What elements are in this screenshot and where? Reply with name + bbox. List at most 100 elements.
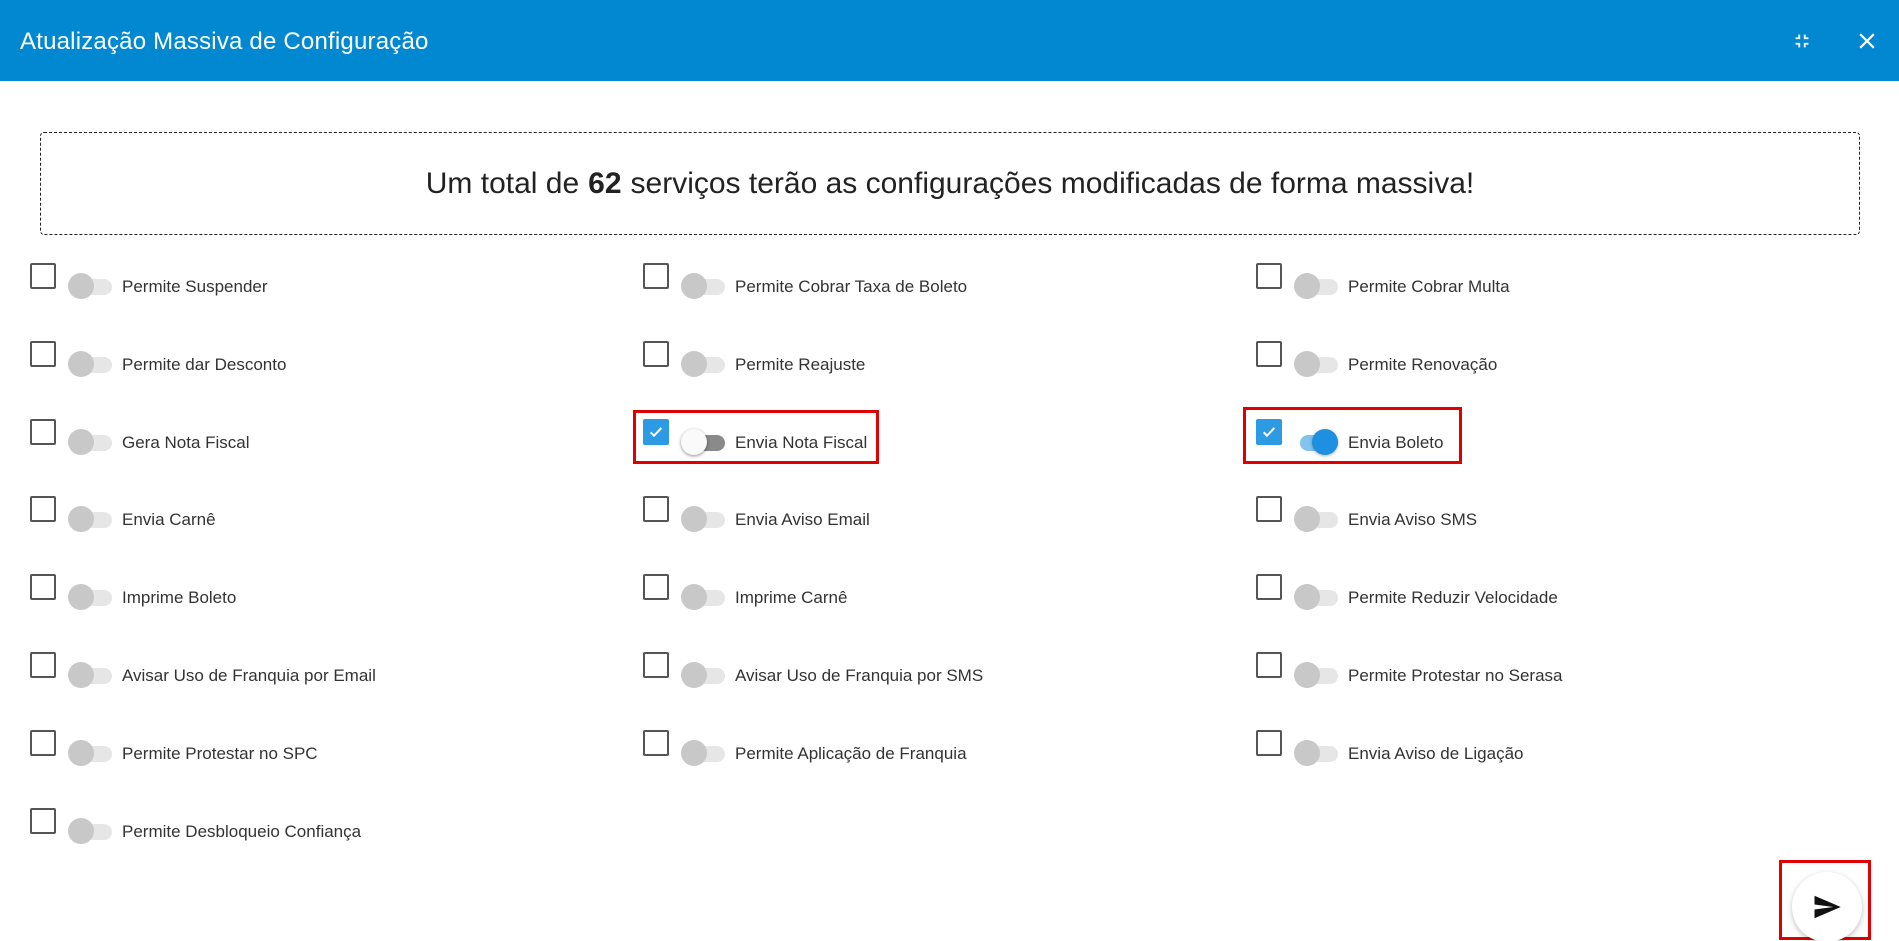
toggle-permite-cobrar-multa[interactable]: [1294, 273, 1338, 299]
checkbox-gera-nota-fiscal[interactable]: [30, 419, 56, 445]
toggle-imprime-carne[interactable]: [681, 584, 725, 610]
option-permite-desbloqueio-confianca: Permite Desbloqueio Confiança: [30, 808, 630, 848]
option-permite-suspender: Permite Suspender: [30, 263, 630, 303]
checkbox-permite-cobrar-multa[interactable]: [1256, 263, 1282, 289]
toggle-permite-aplicacao-de-franquia[interactable]: [681, 740, 725, 766]
toggle-thumb: [1294, 273, 1320, 299]
toggle-thumb: [681, 351, 707, 377]
toggle-thumb: [681, 429, 707, 455]
option-permite-protestar-no-spc: Permite Protestar no SPC: [30, 730, 630, 770]
toggle-envia-aviso-email[interactable]: [681, 506, 725, 532]
toggle-thumb: [68, 351, 94, 377]
toggle-permite-cobrar-taxa-de-boleto[interactable]: [681, 273, 725, 299]
toggle-permite-reajuste[interactable]: [681, 351, 725, 377]
option-envia-aviso-email: Envia Aviso Email: [643, 496, 1243, 536]
toggle-thumb: [1294, 351, 1320, 377]
toggle-thumb: [1294, 662, 1320, 688]
option-permite-cobrar-multa: Permite Cobrar Multa: [1256, 263, 1856, 303]
checkbox-permite-reajuste[interactable]: [643, 341, 669, 367]
option-label: Envia Aviso Email: [735, 510, 870, 529]
option-gera-nota-fiscal: Gera Nota Fiscal: [30, 419, 630, 459]
info-message: Um total de 62 serviços terão as configu…: [40, 132, 1860, 235]
checkbox-permite-suspender[interactable]: [30, 263, 56, 289]
toggle-permite-protestar-no-serasa[interactable]: [1294, 662, 1338, 688]
checkbox-envia-boleto[interactable]: [1256, 419, 1282, 445]
checkbox-envia-aviso-email[interactable]: [643, 496, 669, 522]
toggle-permite-renovacao[interactable]: [1294, 351, 1338, 377]
toggle-thumb: [1294, 584, 1320, 610]
toggle-thumb: [681, 506, 707, 532]
info-prefix: Um total de: [425, 166, 580, 200]
service-count: 62: [588, 166, 622, 200]
fullscreen-exit-button[interactable]: [1787, 26, 1817, 56]
toggle-permite-reduzir-velocidade[interactable]: [1294, 584, 1338, 610]
option-label: Imprime Boleto: [122, 588, 237, 607]
option-label: Permite Suspender: [122, 277, 268, 296]
option-permite-renovacao: Permite Renovação: [1256, 341, 1856, 381]
option-label: Avisar Uso de Franquia por SMS: [735, 666, 984, 685]
toggle-imprime-boleto[interactable]: [68, 584, 112, 610]
toggle-thumb: [68, 740, 94, 766]
toggle-envia-nota-fiscal[interactable]: [681, 429, 725, 455]
checkbox-permite-desbloqueio-confianca[interactable]: [30, 808, 56, 834]
option-imprime-carne: Imprime Carnê: [643, 574, 1243, 614]
toggle-permite-dar-desconto[interactable]: [68, 351, 112, 377]
toggle-permite-protestar-no-spc[interactable]: [68, 740, 112, 766]
toggle-envia-aviso-sms[interactable]: [1294, 506, 1338, 532]
option-envia-aviso-sms: Envia Aviso SMS: [1256, 496, 1856, 536]
close-button[interactable]: [1852, 26, 1882, 56]
option-label: Permite Aplicação de Franquia: [735, 744, 967, 763]
checkbox-imprime-carne[interactable]: [643, 574, 669, 600]
option-label: Permite Cobrar Taxa de Boleto: [735, 277, 968, 296]
option-label: Permite Protestar no SPC: [122, 744, 318, 763]
toggle-thumb: [1294, 506, 1320, 532]
checkbox-permite-protestar-no-spc[interactable]: [30, 730, 56, 756]
option-envia-boleto: Envia Boleto: [1256, 419, 1856, 459]
checkbox-envia-aviso-sms[interactable]: [1256, 496, 1282, 522]
checkmark-icon: [1262, 427, 1276, 438]
send-button[interactable]: [1792, 872, 1862, 941]
toggle-thumb: [681, 662, 707, 688]
option-label: Envia Aviso SMS: [1348, 510, 1478, 529]
checkbox-avisar-uso-de-franquia-por-sms[interactable]: [643, 652, 669, 678]
checkbox-permite-dar-desconto[interactable]: [30, 341, 56, 367]
option-permite-reduzir-velocidade: Permite Reduzir Velocidade: [1256, 574, 1856, 614]
checkbox-imprime-boleto[interactable]: [30, 574, 56, 600]
option-label: Permite Desbloqueio Confiança: [122, 822, 362, 841]
option-envia-carne: Envia Carnê: [30, 496, 630, 536]
option-imprime-boleto: Imprime Boleto: [30, 574, 630, 614]
toggle-thumb: [68, 584, 94, 610]
checkbox-envia-aviso-de-ligacao[interactable]: [1256, 730, 1282, 756]
toggle-permite-suspender[interactable]: [68, 273, 112, 299]
option-label: Permite Reduzir Velocidade: [1348, 588, 1558, 607]
close-icon: [1859, 33, 1875, 49]
toggle-thumb: [1312, 429, 1338, 455]
option-label: Permite dar Desconto: [122, 355, 287, 374]
checkbox-permite-aplicacao-de-franquia[interactable]: [643, 730, 669, 756]
option-permite-reajuste: Permite Reajuste: [643, 341, 1243, 381]
toggle-avisar-uso-de-franquia-por-sms[interactable]: [681, 662, 725, 688]
option-label: Envia Carnê: [122, 510, 216, 529]
checkbox-avisar-uso-de-franquia-por-email[interactable]: [30, 652, 56, 678]
option-envia-aviso-de-ligacao: Envia Aviso de Ligação: [1256, 730, 1856, 770]
option-permite-dar-desconto: Permite dar Desconto: [30, 341, 630, 381]
option-avisar-uso-de-franquia-por-sms: Avisar Uso de Franquia por SMS: [643, 652, 1243, 692]
checkbox-envia-carne[interactable]: [30, 496, 56, 522]
send-icon: [1814, 895, 1841, 919]
checkbox-envia-nota-fiscal[interactable]: [643, 419, 669, 445]
toggle-thumb: [1294, 740, 1320, 766]
toggle-envia-boleto[interactable]: [1294, 429, 1338, 455]
toggle-gera-nota-fiscal[interactable]: [68, 429, 112, 455]
checkbox-permite-cobrar-taxa-de-boleto[interactable]: [643, 263, 669, 289]
toggle-permite-desbloqueio-confianca[interactable]: [68, 818, 112, 844]
checkbox-permite-renovacao[interactable]: [1256, 341, 1282, 367]
checkbox-permite-reduzir-velocidade[interactable]: [1256, 574, 1282, 600]
toggle-envia-carne[interactable]: [68, 506, 112, 532]
toggle-avisar-uso-de-franquia-por-email[interactable]: [68, 662, 112, 688]
toggle-envia-aviso-de-ligacao[interactable]: [1294, 740, 1338, 766]
toggle-thumb: [681, 273, 707, 299]
option-label: Avisar Uso de Franquia por Email: [122, 666, 376, 685]
dialog-header: Atualização Massiva de Configuração: [0, 0, 1899, 81]
checkbox-permite-protestar-no-serasa[interactable]: [1256, 652, 1282, 678]
option-envia-nota-fiscal: Envia Nota Fiscal: [643, 419, 1243, 459]
